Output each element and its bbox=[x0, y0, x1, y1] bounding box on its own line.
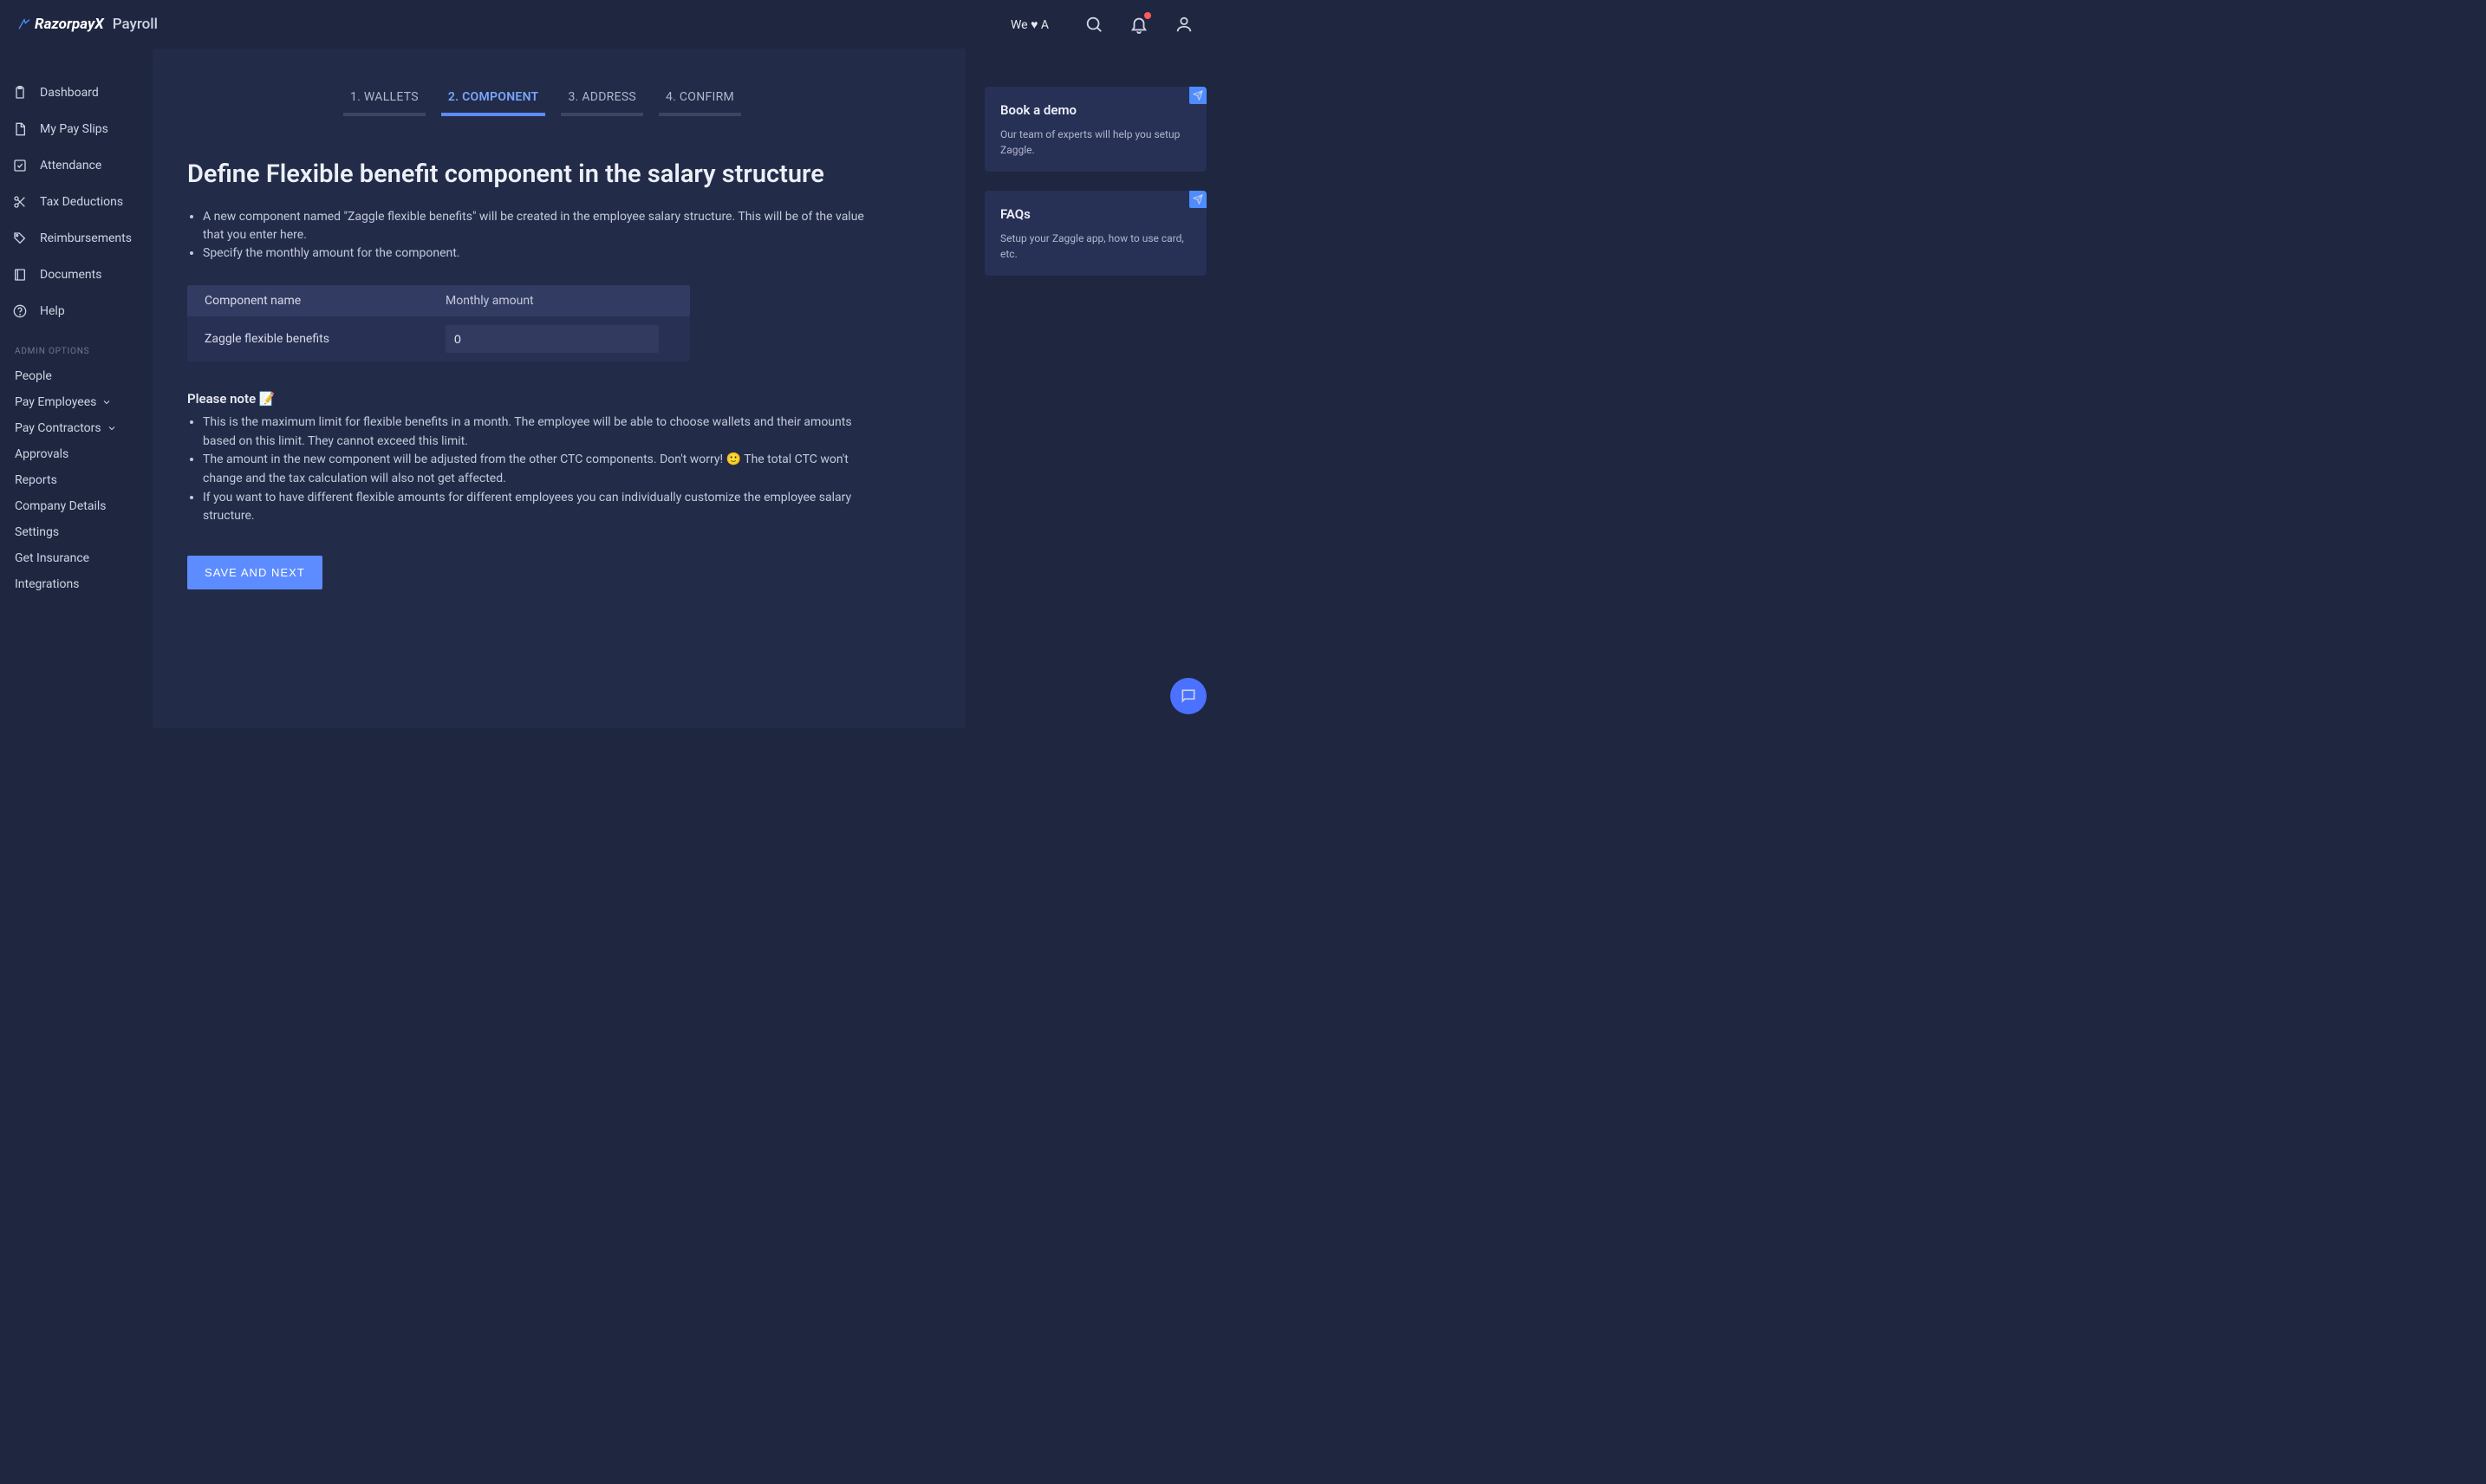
admin-item-label: Pay Employees bbox=[15, 395, 96, 409]
admin-item-company-details[interactable]: Company Details bbox=[0, 493, 153, 519]
intro-item: Specify the monthly amount for the compo… bbox=[203, 244, 888, 263]
send-icon bbox=[1189, 191, 1207, 208]
chevron-down-icon bbox=[107, 423, 117, 433]
table-header-name: Component name bbox=[205, 294, 446, 308]
chat-icon bbox=[1180, 687, 1197, 705]
logo-icon bbox=[17, 17, 31, 31]
admin-item-reports[interactable]: Reports bbox=[0, 467, 153, 493]
scissors-icon bbox=[12, 194, 28, 210]
step-confirm[interactable]: 4. CONFIRM bbox=[659, 83, 741, 116]
sidebar-item-help[interactable]: Help bbox=[0, 293, 153, 329]
intro-item: A new component named "Zaggle flexible b… bbox=[203, 208, 888, 244]
sidebar-item-label: Dashboard bbox=[40, 86, 99, 100]
sidebar-item-dashboard[interactable]: Dashboard bbox=[0, 75, 153, 111]
admin-item-label: Reports bbox=[15, 473, 57, 487]
profile-icon[interactable] bbox=[1174, 14, 1194, 35]
step-component[interactable]: 2. COMPONENT bbox=[441, 83, 546, 116]
admin-item-pay-contractors[interactable]: Pay Contractors bbox=[0, 415, 153, 441]
send-icon bbox=[1189, 87, 1207, 104]
admin-item-integrations[interactable]: Integrations bbox=[0, 571, 153, 597]
save-and-next-button[interactable]: SAVE AND NEXT bbox=[187, 556, 322, 589]
step-wallets[interactable]: 1. WALLETS bbox=[343, 83, 426, 116]
admin-item-settings[interactable]: Settings bbox=[0, 519, 153, 545]
note-item: The amount in the new component will be … bbox=[203, 451, 888, 488]
note-list: This is the maximum limit for flexible b… bbox=[187, 413, 888, 526]
note-item: This is the maximum limit for flexible b… bbox=[203, 413, 888, 451]
chat-fab[interactable] bbox=[1170, 678, 1207, 714]
card-title: Book a demo bbox=[1000, 102, 1191, 118]
admin-item-get-insurance[interactable]: Get Insurance bbox=[0, 545, 153, 571]
sidebar-item-payslips[interactable]: My Pay Slips bbox=[0, 111, 153, 147]
admin-item-label: Company Details bbox=[15, 499, 107, 513]
step-address[interactable]: 3. ADDRESS bbox=[561, 83, 643, 116]
clipboard-icon bbox=[12, 85, 28, 101]
admin-item-label: Get Insurance bbox=[15, 551, 89, 565]
sidebar-item-label: Documents bbox=[40, 268, 101, 282]
promo-text: We ♥ A bbox=[1011, 17, 1049, 32]
notifications-icon[interactable] bbox=[1129, 14, 1149, 35]
sidebar-item-label: Attendance bbox=[40, 159, 101, 172]
tag-icon bbox=[12, 231, 28, 246]
card-text: Setup your Zaggle app, how to use card, … bbox=[1000, 231, 1191, 262]
sidebar-item-label: Tax Deductions bbox=[40, 195, 123, 209]
component-table: Component name Monthly amount Zaggle fle… bbox=[187, 285, 690, 361]
sidebar-item-label: Reimbursements bbox=[40, 231, 132, 245]
brand-sub: Payroll bbox=[113, 16, 158, 33]
sidebar-item-label: My Pay Slips bbox=[40, 122, 108, 136]
document-icon bbox=[12, 121, 28, 137]
chevron-down-icon bbox=[101, 397, 112, 407]
note-item: If you want to have different flexible a… bbox=[203, 489, 888, 526]
admin-item-people[interactable]: People bbox=[0, 363, 153, 389]
search-icon[interactable] bbox=[1084, 14, 1104, 35]
book-demo-card[interactable]: Book a demo Our team of experts will hel… bbox=[985, 87, 1207, 172]
admin-item-label: People bbox=[15, 369, 52, 383]
faqs-card[interactable]: FAQs Setup your Zaggle app, how to use c… bbox=[985, 191, 1207, 276]
check-square-icon bbox=[12, 158, 28, 173]
header: RazorpayX Payroll We ♥ A bbox=[0, 0, 1220, 49]
right-panel: Book a demo Our team of experts will hel… bbox=[966, 49, 1220, 728]
admin-item-approvals[interactable]: Approvals bbox=[0, 441, 153, 467]
sidebar-item-tax[interactable]: Tax Deductions bbox=[0, 184, 153, 220]
note-title: Please note 📝 bbox=[187, 391, 888, 407]
admin-item-label: Settings bbox=[15, 525, 59, 539]
help-icon bbox=[12, 303, 28, 319]
logo[interactable]: RazorpayX Payroll bbox=[17, 16, 158, 33]
admin-item-pay-employees[interactable]: Pay Employees bbox=[0, 389, 153, 415]
table-header: Component name Monthly amount bbox=[187, 285, 690, 316]
book-icon bbox=[12, 267, 28, 283]
intro-list: A new component named "Zaggle flexible b… bbox=[187, 208, 888, 263]
table-row: Zaggle flexible benefits bbox=[187, 316, 690, 361]
component-name-cell: Zaggle flexible benefits bbox=[205, 332, 446, 346]
sidebar: Dashboard My Pay Slips Attendance Tax De… bbox=[0, 49, 153, 728]
sidebar-item-label: Help bbox=[40, 304, 65, 318]
admin-options-label: ADMIN OPTIONS bbox=[0, 329, 153, 363]
stepper: 1. WALLETS 2. COMPONENT 3. ADDRESS 4. CO… bbox=[343, 83, 888, 116]
monthly-amount-input[interactable] bbox=[446, 325, 659, 353]
notification-dot bbox=[1144, 12, 1151, 19]
table-header-amount: Monthly amount bbox=[446, 294, 673, 308]
brand-main: RazorpayX bbox=[35, 16, 104, 33]
page-title: Define Flexible benefit component in the… bbox=[187, 159, 888, 189]
sidebar-item-attendance[interactable]: Attendance bbox=[0, 147, 153, 184]
admin-item-label: Pay Contractors bbox=[15, 421, 101, 435]
admin-item-label: Integrations bbox=[15, 577, 79, 591]
card-title: FAQs bbox=[1000, 206, 1191, 222]
card-text: Our team of experts will help you setup … bbox=[1000, 127, 1191, 158]
sidebar-item-reimbursements[interactable]: Reimbursements bbox=[0, 220, 153, 257]
main-content: 1. WALLETS 2. COMPONENT 3. ADDRESS 4. CO… bbox=[153, 49, 966, 728]
admin-item-label: Approvals bbox=[15, 447, 68, 461]
sidebar-item-documents[interactable]: Documents bbox=[0, 257, 153, 293]
